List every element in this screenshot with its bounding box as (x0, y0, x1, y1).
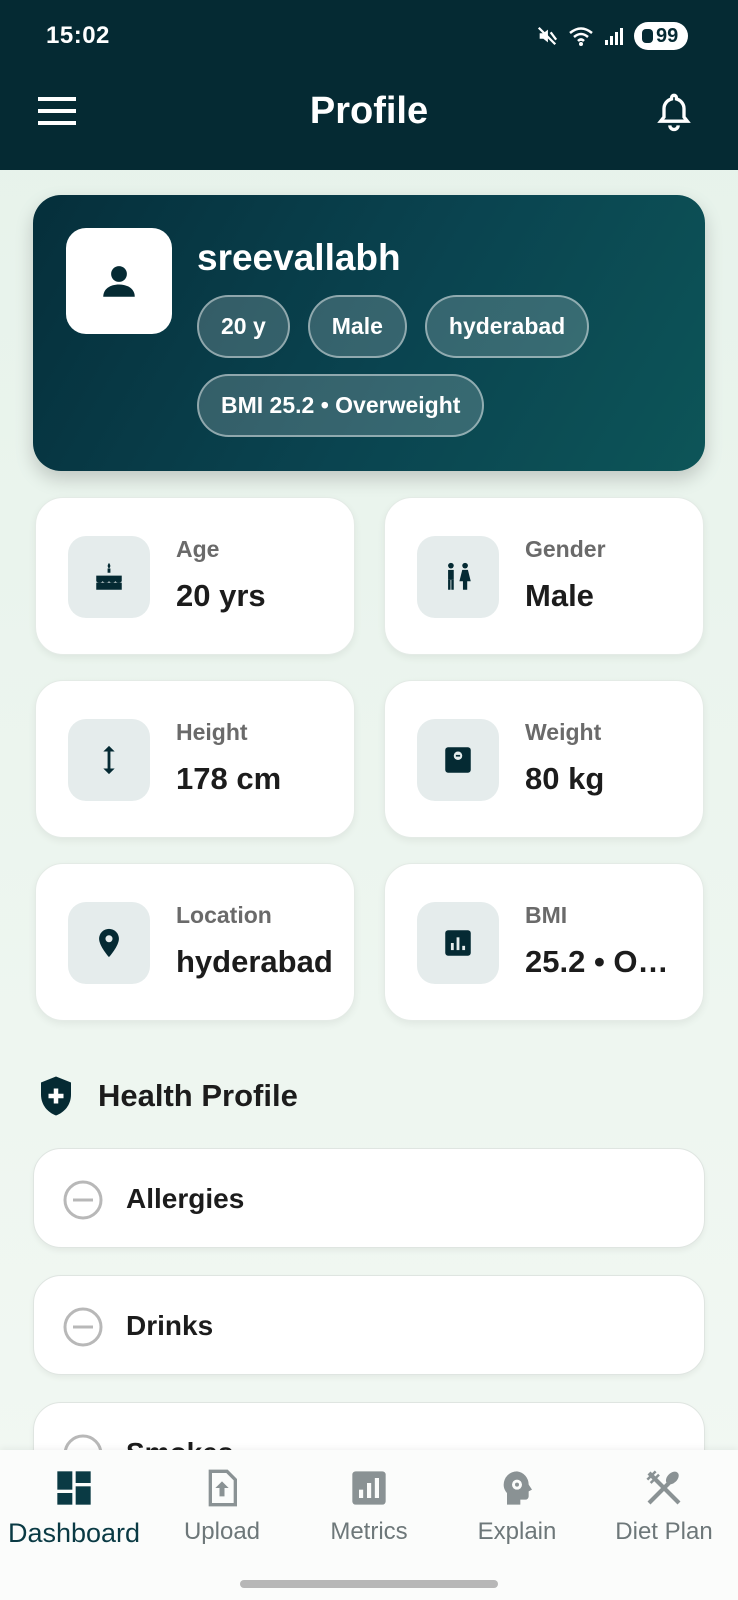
nav-label: Dashboard (7, 1518, 141, 1548)
nav-label: Upload (183, 1518, 261, 1545)
health-profile-header: Health Profile (38, 1075, 298, 1117)
top-app-bar: 15:02 99 Profile (0, 0, 738, 170)
location-pin-icon (68, 902, 150, 984)
nav-diet-plan[interactable]: Diet Plan (590, 1468, 738, 1546)
minus-circle-icon (63, 1180, 103, 1220)
health-item-label: Drinks (126, 1310, 214, 1341)
wifi-icon (568, 25, 594, 47)
avatar (66, 228, 172, 334)
info-label: BMI (525, 902, 568, 928)
gender-icon (417, 536, 499, 618)
chip-bmi: BMI 25.2 • Overweight (197, 374, 485, 437)
info-value: 178 cm (176, 761, 282, 796)
nav-label: Metrics (330, 1518, 408, 1545)
info-card-height: Height 178 cm (35, 680, 355, 838)
info-value: hyderabad (176, 944, 333, 979)
nav-label: Diet Plan (615, 1518, 713, 1545)
info-value: Male (525, 578, 594, 613)
status-icons: 99 (536, 22, 688, 50)
home-indicator[interactable] (240, 1580, 498, 1588)
info-card-age: Age 20 yrs (35, 497, 355, 655)
info-label: Age (176, 536, 220, 562)
chip-gender: Male (307, 295, 407, 358)
health-item-allergies[interactable]: Allergies (33, 1148, 705, 1248)
profile-summary-card: sreevallabh 20 y Male hyderabad BMI 25.2… (33, 195, 705, 471)
signal-icon (604, 26, 624, 46)
info-card-bmi: BMI 25.2 • Overweight (384, 863, 704, 1021)
chip-age: 20 y (197, 295, 290, 358)
nav-label: Explain (477, 1518, 557, 1545)
battery-level: 99 (656, 24, 679, 47)
cake-icon (68, 536, 150, 618)
info-label: Gender (525, 536, 606, 562)
info-label: Location (176, 902, 272, 928)
notifications-button[interactable] (654, 90, 694, 132)
nav-metrics[interactable]: Metrics (295, 1468, 443, 1546)
info-card-gender: Gender Male (384, 497, 704, 655)
dashboard-icon (57, 1471, 91, 1505)
info-label: Weight (525, 719, 602, 745)
info-value: 20 yrs (176, 578, 266, 613)
battery-icon: 99 (634, 22, 688, 50)
nav-upload[interactable]: Upload (148, 1468, 296, 1546)
info-value: 25.2 • Overweight (525, 944, 685, 979)
bar-chart-icon (417, 902, 499, 984)
scale-icon (417, 719, 499, 801)
info-label: Height (176, 719, 248, 745)
metrics-icon (352, 1471, 386, 1505)
profile-chips: 20 y Male hyderabad BMI 25.2 • Overweigh… (197, 295, 687, 437)
cutlery-icon (646, 1470, 681, 1505)
height-icon (68, 719, 150, 801)
chip-location: hyderabad (424, 295, 590, 358)
brain-icon (503, 1471, 532, 1505)
status-time: 15:02 (46, 22, 110, 49)
info-value: 80 kg (525, 761, 605, 796)
info-card-location: Location hyderabad (35, 863, 355, 1021)
upload-icon (208, 1469, 237, 1507)
section-title: Health Profile (98, 1078, 298, 1113)
bottom-navigation: Dashboard Upload Metrics Explain Diet Pl… (0, 1450, 738, 1600)
health-item-drinks[interactable]: Drinks (33, 1275, 705, 1375)
shield-plus-icon (41, 1076, 71, 1116)
health-item-label: Allergies (126, 1183, 245, 1214)
user-name: sreevallabh (197, 237, 401, 278)
nav-explain[interactable]: Explain (443, 1468, 591, 1546)
page-title: Profile (309, 90, 429, 132)
nav-dashboard[interactable]: Dashboard (0, 1468, 148, 1549)
info-card-weight: Weight 80 kg (384, 680, 704, 838)
bell-icon (657, 93, 691, 132)
minus-circle-icon (63, 1307, 103, 1347)
person-icon (103, 266, 135, 297)
mute-icon (536, 25, 558, 47)
